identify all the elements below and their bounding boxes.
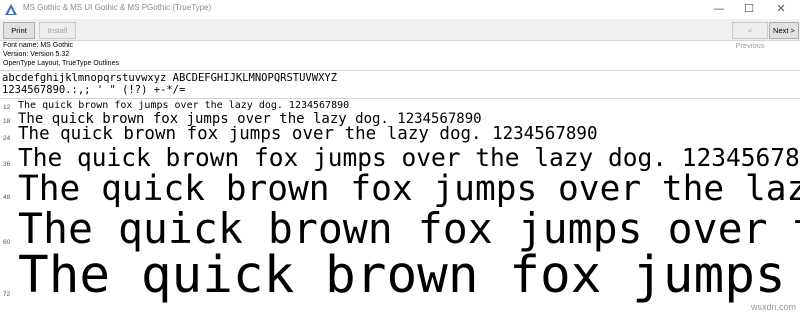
install-button[interactable]: Install [39, 22, 76, 39]
sample-row: 60 The quick brown fox jumps over the [0, 208, 800, 254]
maximize-button[interactable]: ☐ [734, 0, 764, 19]
toolbar [0, 19, 800, 40]
size-label: 60 [3, 239, 11, 246]
print-button[interactable]: Print [3, 22, 35, 39]
title-bar: MS Gothic & MS UI Gothic & MS PGothic (T… [0, 0, 800, 19]
font-viewer-icon [5, 4, 17, 15]
font-name: Font name: MS Gothic [3, 42, 74, 49]
sample-text: The quick brown fox jumps over the lazy … [18, 126, 598, 144]
sample-text: The quick brown fox jumps over the lazy … [18, 100, 350, 111]
close-button[interactable]: ✕ [766, 0, 796, 19]
sample-text: The quick brown fox jumps over the [18, 208, 800, 253]
previous-button[interactable]: < Previous [732, 22, 768, 50]
size-label: 18 [3, 118, 11, 125]
sample-text: The quick brown fox jumps over the lazy … [18, 146, 800, 172]
charset-divider [0, 98, 800, 99]
minimize-button[interactable]: — [704, 0, 734, 19]
sample-row: 48 The quick brown fox jumps over the la… [0, 172, 800, 212]
sample-row: 72 The quick brown fox jumps ove [0, 250, 800, 314]
sample-text: The quick brown fox jumps over the lazy … [18, 111, 482, 127]
charset-letters: abcdefghijklmnopqrstuvwxyz ABCDEFGHIJKLM… [2, 72, 338, 84]
font-version: Version: Version 5.32 [3, 51, 70, 58]
size-label: 48 [3, 194, 11, 201]
next-button[interactable]: Next > [769, 22, 799, 39]
size-label: 12 [3, 104, 11, 111]
info-divider [0, 70, 800, 71]
charset-digits: 1234567890.:,; ' " (!?) +-*/= [2, 84, 186, 96]
sample-text: The quick brown fox jumps over the lazy … [18, 172, 800, 209]
watermark: wsxdn.com [750, 302, 796, 312]
toolbar-divider [0, 40, 800, 41]
size-label: 72 [3, 291, 11, 298]
size-label: 24 [3, 135, 11, 142]
font-features: OpenType Layout, TrueType Outlines [3, 60, 119, 67]
window-title: MS Gothic & MS UI Gothic & MS PGothic (T… [23, 3, 212, 12]
sample-text: The quick brown fox jumps ove [18, 250, 800, 305]
size-label: 36 [3, 161, 11, 168]
